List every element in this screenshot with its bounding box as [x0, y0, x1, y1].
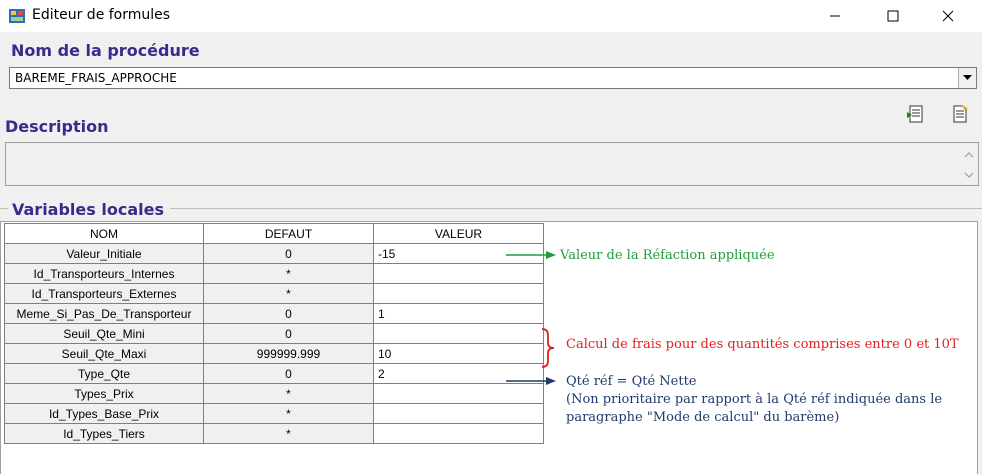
annotation-qte-ref: Qté réf = Qté Nette — [566, 374, 697, 389]
table-row: Seuil_Qte_Maxi 999999.999 10 — [4, 343, 544, 364]
var-default: * — [203, 263, 374, 284]
group-border-right — [170, 208, 982, 209]
variables-heading: Variables locales — [12, 200, 164, 219]
var-default: * — [203, 403, 374, 424]
table-row: Seuil_Qte_Mini 0 — [4, 323, 544, 344]
description-field[interactable] — [5, 142, 979, 186]
maximize-button[interactable] — [870, 0, 916, 32]
app-icon — [9, 9, 25, 23]
table-row: Valeur_Initiale 0 -15 — [4, 243, 544, 264]
table-row: Meme_Si_Pas_De_Transporteur 0 1 — [4, 303, 544, 324]
annotation-refaction: Valeur de la Réfaction appliquée — [560, 248, 775, 263]
column-header-defaut: DEFAUT — [203, 223, 374, 244]
var-name: Id_Transporteurs_Externes — [4, 283, 204, 304]
annotation-qte-note-line1: (Non prioritaire par rapport à la Qté ré… — [566, 392, 943, 407]
var-default: 0 — [203, 363, 374, 384]
table-row: Id_Types_Base_Prix * — [4, 403, 544, 424]
maximize-icon — [887, 10, 899, 22]
title-bar: Editeur de formules — [0, 0, 982, 32]
import-icon[interactable] — [906, 104, 926, 124]
var-default: 0 — [203, 323, 374, 344]
minimize-button[interactable] — [812, 0, 858, 32]
annotation-qte-note-line2: paragraphe "Mode de calcul" du barème) — [566, 410, 840, 425]
var-value-input[interactable] — [373, 403, 544, 424]
var-value-input[interactable] — [373, 283, 544, 304]
var-name: Id_Types_Tiers — [4, 423, 204, 444]
red-brace-icon — [541, 328, 555, 368]
var-default: 0 — [203, 303, 374, 324]
chevron-down-icon — [963, 75, 972, 80]
column-header-nom: NOM — [4, 223, 204, 244]
var-value-input[interactable] — [373, 323, 544, 344]
close-icon — [942, 10, 954, 22]
green-arrow-icon — [506, 251, 556, 259]
scroll-arrows-icon — [964, 152, 974, 178]
group-border-left — [0, 208, 8, 209]
table-row: Id_Transporteurs_Internes * — [4, 263, 544, 284]
table-header-row: NOM DEFAUT VALEUR — [4, 223, 544, 244]
var-name: Id_Types_Base_Prix — [4, 403, 204, 424]
window-title: Editeur de formules — [32, 7, 171, 23]
var-name: Meme_Si_Pas_De_Transporteur — [4, 303, 204, 324]
table-row: Id_Transporteurs_Externes * — [4, 283, 544, 304]
table-row: Id_Types_Tiers * — [4, 423, 544, 444]
dropdown-button[interactable] — [958, 68, 976, 88]
var-default: * — [203, 283, 374, 304]
var-name: Type_Qte — [4, 363, 204, 384]
variables-table: NOM DEFAUT VALEUR Valeur_Initiale 0 -15 Id… — [4, 223, 544, 444]
blue-arrow-icon — [506, 377, 556, 385]
close-button[interactable] — [925, 0, 971, 32]
var-default: * — [203, 383, 374, 404]
table-row: Types_Prix * — [4, 383, 544, 404]
var-name: Types_Prix — [4, 383, 204, 404]
column-header-valeur: VALEUR — [373, 223, 544, 244]
procedure-select[interactable]: BAREME_FRAIS_APPROCHE — [9, 67, 977, 89]
var-name: Seuil_Qte_Mini — [4, 323, 204, 344]
var-default: 0 — [203, 243, 374, 264]
var-value-input[interactable] — [373, 263, 544, 284]
table-row: Type_Qte 0 2 — [4, 363, 544, 384]
var-value-input[interactable] — [373, 423, 544, 444]
minimize-icon — [830, 15, 840, 17]
annotation-calcul: Calcul de frais pour des quantités compr… — [566, 337, 959, 352]
procedure-value: BAREME_FRAIS_APPROCHE — [15, 71, 177, 85]
description-scrollbar[interactable] — [960, 143, 978, 185]
var-default: * — [203, 423, 374, 444]
var-value-input[interactable]: 10 — [373, 343, 544, 364]
var-name: Id_Transporteurs_Internes — [4, 263, 204, 284]
procedure-heading: Nom de la procédure — [11, 41, 200, 60]
var-name: Seuil_Qte_Maxi — [4, 343, 204, 364]
var-default: 999999.999 — [203, 343, 374, 364]
description-heading: Description — [5, 117, 109, 136]
document-icon[interactable] — [950, 104, 970, 124]
var-value-input[interactable]: 1 — [373, 303, 544, 324]
var-name: Valeur_Initiale — [4, 243, 204, 264]
